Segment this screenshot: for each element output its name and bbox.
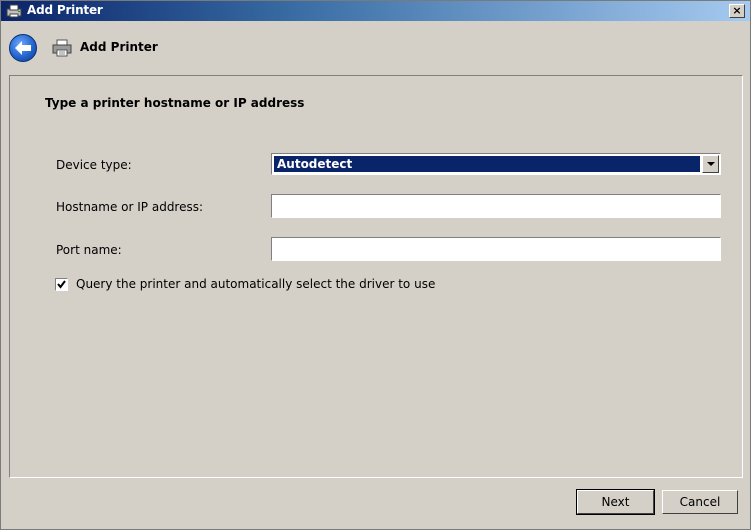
page-heading: Type a printer hostname or IP address: [45, 96, 305, 110]
next-button[interactable]: Next: [576, 489, 655, 515]
device-type-selected-value: Autodetect: [274, 156, 700, 172]
close-icon: ×: [732, 4, 742, 17]
checkmark-icon: [57, 280, 66, 289]
title-bar[interactable]: Add Printer ×: [1, 1, 750, 21]
window-title: Add Printer: [27, 3, 103, 17]
query-printer-checkbox[interactable]: [55, 278, 68, 291]
device-type-label: Device type:: [56, 158, 132, 172]
chevron-down-icon: [707, 162, 715, 166]
port-name-label: Port name:: [56, 243, 122, 257]
query-printer-label[interactable]: Query the printer and automatically sele…: [76, 277, 435, 291]
printer-icon: [52, 39, 72, 57]
hostname-input[interactable]: [271, 194, 721, 218]
wizard-title: Add Printer: [80, 40, 158, 54]
back-button[interactable]: [9, 34, 37, 62]
port-name-input[interactable]: [271, 237, 721, 261]
device-type-select[interactable]: Autodetect: [271, 153, 721, 175]
dropdown-button[interactable]: [702, 155, 719, 173]
close-button[interactable]: ×: [729, 4, 745, 18]
cancel-button[interactable]: Cancel: [662, 490, 738, 514]
hostname-label: Hostname or IP address:: [56, 200, 204, 214]
back-arrow-icon: [15, 41, 31, 55]
add-printer-window: Add Printer × Add Printer Type a printer…: [0, 0, 751, 530]
printer-icon: [6, 4, 22, 18]
wizard-header: Add Printer: [1, 21, 750, 75]
